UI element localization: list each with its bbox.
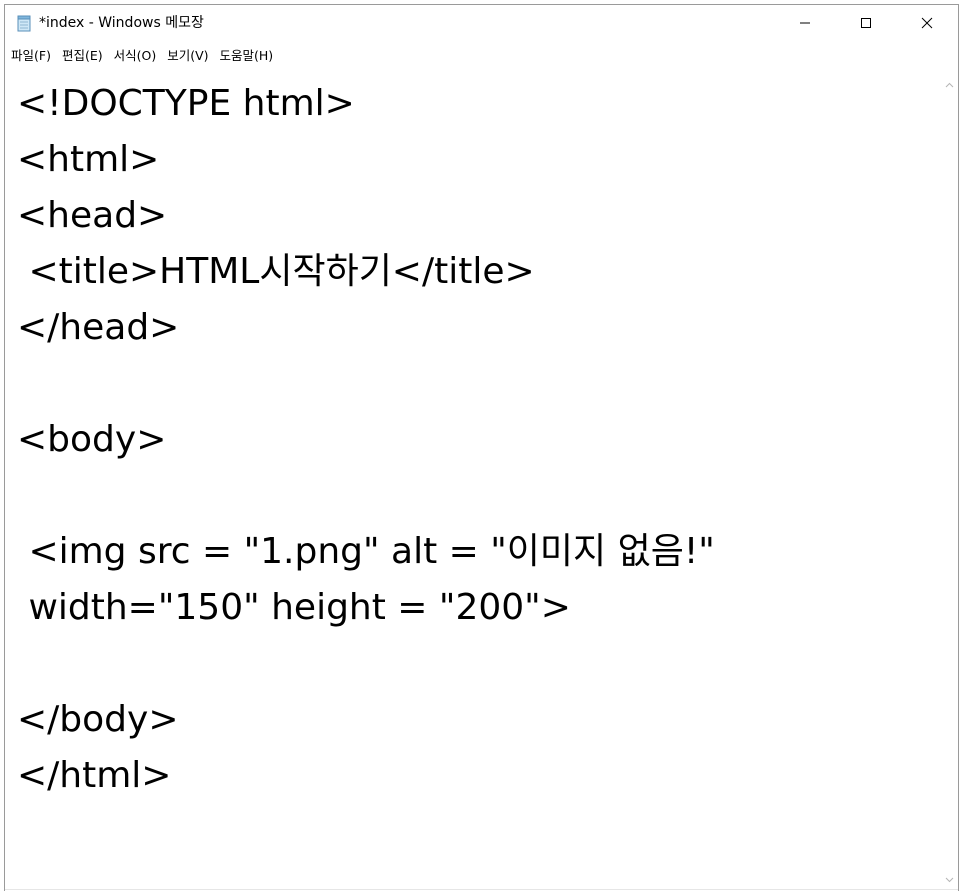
notepad-icon xyxy=(16,15,33,32)
code-line: <body> xyxy=(17,419,167,460)
status-bar-edge xyxy=(5,889,958,893)
code-line: <title>HTML시작하기</title> xyxy=(17,251,535,292)
menu-help[interactable]: 도움말(H) xyxy=(220,46,274,66)
code-line: <html> xyxy=(17,139,160,180)
window-title: *index - Windows 메모장 xyxy=(39,15,204,31)
menu-edit[interactable]: 편집(E) xyxy=(62,46,103,66)
scroll-up-button[interactable] xyxy=(941,74,958,91)
minimize-button[interactable] xyxy=(782,5,828,41)
notepad-window: *index - Windows 메모장 파일(F) 편집(E) 서식(O) 보… xyxy=(4,4,959,891)
code-line: </body> xyxy=(17,699,179,740)
code-line: </head> xyxy=(17,307,180,348)
text-editor[interactable]: <!DOCTYPE html> <html> <head> <title>HTM… xyxy=(5,68,941,890)
scroll-down-button[interactable] xyxy=(941,869,958,886)
minimize-icon xyxy=(799,14,811,33)
menu-bar: 파일(F) 편집(E) 서식(O) 보기(V) 도움말(H) xyxy=(5,44,958,68)
chevron-up-icon xyxy=(945,73,954,92)
chevron-down-icon xyxy=(945,868,954,887)
maximize-button[interactable] xyxy=(843,5,889,41)
maximize-icon xyxy=(860,14,872,33)
code-line: <head> xyxy=(17,195,168,236)
close-icon xyxy=(921,14,933,33)
code-line: <img src = "1.png" alt = "이미지 없음!" xyxy=(17,531,715,572)
menu-format[interactable]: 서식(O) xyxy=(114,46,157,66)
close-button[interactable] xyxy=(904,5,950,41)
code-line: <!DOCTYPE html> xyxy=(17,83,355,124)
code-line: width="150" height = "200"> xyxy=(17,587,571,628)
code-line: </html> xyxy=(17,755,172,796)
menu-view[interactable]: 보기(V) xyxy=(167,46,208,66)
vertical-scrollbar[interactable] xyxy=(941,68,958,890)
title-bar[interactable]: *index - Windows 메모장 xyxy=(5,5,958,41)
menu-file[interactable]: 파일(F) xyxy=(11,46,51,66)
